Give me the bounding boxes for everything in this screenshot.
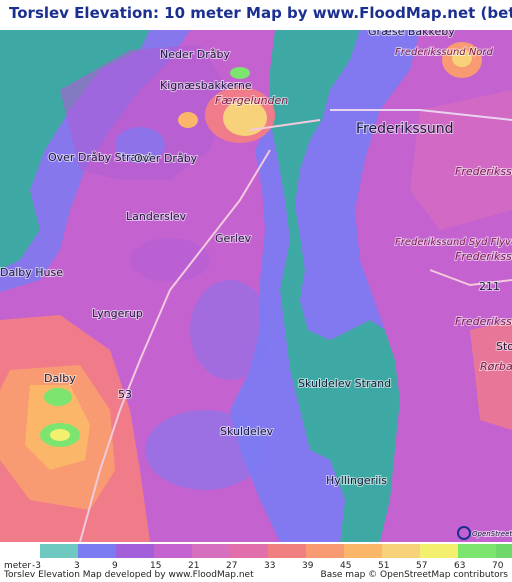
- hill-small-west: [178, 112, 198, 128]
- summit-kignaes: [230, 67, 250, 79]
- legend-swatch: [306, 544, 344, 558]
- legend-swatch: [154, 544, 192, 558]
- summit-dalby-peak: [50, 429, 70, 441]
- place-label: Kignæsbakkerne: [160, 79, 252, 92]
- credit-left: Torslev Elevation Map developed by www.F…: [4, 570, 254, 580]
- place-label: Neder Dråby: [160, 48, 230, 61]
- elevation-map[interactable]: Græse Bakkeby Neder Dråby Kignæsbakkerne…: [0, 30, 512, 542]
- place-label: Landerslev: [126, 210, 187, 223]
- place-label: Sto: [496, 340, 512, 353]
- place-label: Skuldelev: [220, 425, 274, 438]
- place-label: 211: [479, 280, 500, 293]
- mid-patch-gerlev: [130, 238, 210, 282]
- map-canvas[interactable]: Græse Bakkeby Neder Dråby Kignæsbakkerne…: [0, 30, 512, 542]
- place-label: Frederikssund 9: [455, 315, 512, 328]
- place-label: Færgelunden: [215, 94, 288, 107]
- place-label: Skuldelev Strand: [298, 377, 391, 390]
- legend-swatch: [40, 544, 78, 558]
- place-label: Frederikssund 9: [455, 250, 512, 263]
- legend-swatch: [420, 544, 458, 558]
- legend-tick: 39: [302, 561, 314, 571]
- place-label: Frederikssund Syd Flyveplads: [395, 237, 512, 248]
- legend-swatch: [78, 544, 116, 558]
- place-label: 53: [118, 388, 132, 401]
- low-patch-skuldelev: [145, 410, 265, 490]
- place-label: Over Dråby: [134, 152, 198, 165]
- elevation-map-page: Torslev Elevation: 10 meter Map by www.F…: [0, 0, 512, 582]
- place-label: Græse Bakkeby: [368, 30, 455, 38]
- low-patch-center: [190, 280, 270, 380]
- legend-tick: 33: [264, 561, 276, 571]
- place-label: Dalby: [44, 372, 76, 385]
- page-title: Torslev Elevation: 10 meter Map by www.F…: [9, 4, 512, 22]
- place-label: Dalby Huse: [0, 266, 63, 279]
- credit-right: Base map © OpenStreetMap contributors: [320, 570, 508, 580]
- legend-swatch: [268, 544, 306, 558]
- place-label: Hyllingeriis: [326, 474, 387, 487]
- svg-text:OpenStreetMap: OpenStreetMap: [472, 530, 512, 538]
- summit-dalby-north: [44, 388, 72, 406]
- legend-swatch: [192, 544, 230, 558]
- legend-swatch: [496, 544, 512, 558]
- place-label: Lyngerup: [92, 307, 143, 320]
- place-label: Frederikssund 10: [455, 165, 512, 178]
- legend-swatch: [116, 544, 154, 558]
- legend-swatch: [382, 544, 420, 558]
- legend-swatch: [344, 544, 382, 558]
- elevation-legend: meter -3 3 9 15 21 27 33 39 45 51 57 63 70 Torslev El…: [0, 542, 512, 582]
- legend-swatch: [230, 544, 268, 558]
- legend-swatch: [458, 544, 496, 558]
- place-label: Gerlev: [215, 232, 252, 245]
- place-label: Rørbæk 8: [480, 360, 512, 373]
- title-bar: Torslev Elevation: 10 meter Map by www.F…: [0, 0, 512, 30]
- place-label: Frederikssund Nord: [395, 47, 494, 58]
- place-label: Frederikssund: [356, 121, 454, 137]
